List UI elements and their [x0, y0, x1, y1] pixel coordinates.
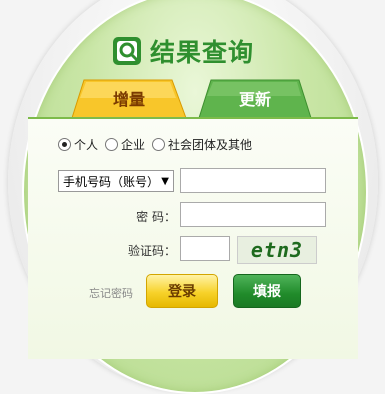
captcha-text: etn3 — [250, 238, 304, 262]
password-input[interactable] — [180, 202, 326, 227]
radio-organization-label: 社会团体及其他 — [168, 138, 253, 152]
radio-organization-circle[interactable] — [152, 138, 166, 151]
captcha-input[interactable] — [180, 236, 230, 261]
radio-personal-circle[interactable] — [58, 138, 71, 151]
tab-gengxin-label: 更新 — [238, 90, 271, 109]
radio-personal-label: 个人 — [74, 138, 99, 152]
forgot-password-link[interactable]: 忘记密码 — [89, 285, 133, 301]
chevron-down-icon: ▼ — [161, 176, 169, 187]
captcha-label: 验证码： — [127, 244, 176, 258]
page-title: 结果查询 — [150, 38, 255, 67]
password-label: 密 码： — [136, 210, 176, 224]
search-logo-icon — [113, 37, 141, 65]
radio-enterprise-circle[interactable] — [105, 138, 119, 151]
radio-enterprise-label: 企业 — [121, 138, 146, 152]
radio-enterprise[interactable]: 企业 — [105, 136, 145, 153]
header: 结果查询 — [112, 35, 254, 67]
login-button-label: 登录 — [168, 284, 196, 300]
account-type-select[interactable]: 手机号码（账号） ▼ — [58, 170, 174, 192]
radio-organization[interactable]: 社会团体及其他 — [152, 136, 252, 153]
account-type-value: 手机号码（账号） — [63, 174, 160, 189]
submit-button[interactable]: 填报 — [233, 274, 301, 308]
tab-zengliang-label: 增量 — [112, 90, 145, 109]
user-type-group: 个人 企业 社会团体及其他 — [58, 136, 259, 153]
radio-personal[interactable]: 个人 — [58, 136, 98, 153]
tab-zengliang[interactable]: 增量 — [70, 78, 188, 118]
account-input[interactable] — [180, 168, 326, 193]
login-button[interactable]: 登录 — [146, 274, 218, 308]
submit-button-label: 填报 — [253, 284, 281, 300]
tab-gengxin[interactable]: 更新 — [197, 78, 313, 118]
captcha-image[interactable]: etn3 — [237, 236, 317, 264]
